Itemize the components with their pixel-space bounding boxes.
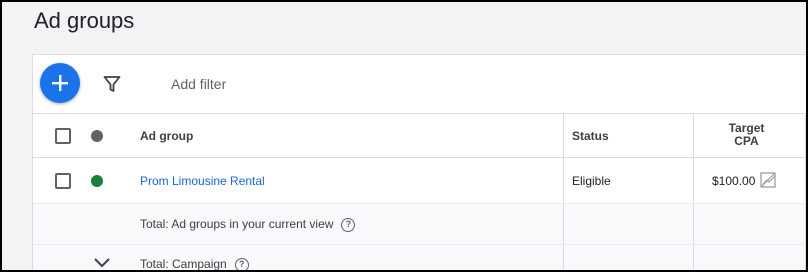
column-divider	[805, 245, 806, 270]
ad-group-name-link[interactable]: Prom Limousine Rental	[140, 174, 265, 188]
total-row-campaign: Total: Campaign?	[33, 245, 806, 271]
ad-groups-table: Ad group Status Target CPA Prom Limousin…	[33, 113, 806, 271]
status-value: Eligible	[572, 174, 611, 188]
total-current-view-label: Total: Ad groups in your current view	[140, 217, 334, 231]
column-divider	[563, 245, 564, 270]
ad-groups-table-card: Add filter Ad group Status Target CPA Pr…	[32, 54, 806, 271]
status-dot-enabled[interactable]	[91, 175, 103, 187]
column-divider	[805, 158, 806, 203]
total-row-current-view: Total: Ad groups in your current view?	[33, 204, 806, 245]
column-divider	[805, 114, 806, 157]
column-header-ad-group[interactable]: Ad group	[140, 129, 193, 143]
column-divider	[693, 245, 694, 270]
column-header-target-cpa-line2: CPA	[734, 134, 759, 148]
help-icon[interactable]: ?	[341, 217, 356, 232]
column-header-target-cpa[interactable]: Target CPA	[694, 122, 799, 148]
select-all-checkbox[interactable]	[55, 128, 71, 144]
target-cpa-value[interactable]: $100.00	[712, 174, 755, 188]
column-divider	[693, 158, 694, 203]
bid-strategy-chart-icon[interactable]	[760, 172, 776, 188]
app-window: Ad groups Add filter Ad group Status Tar…	[0, 0, 808, 272]
help-icon[interactable]: ?	[234, 257, 249, 270]
add-filter-button[interactable]: Add filter	[171, 76, 226, 92]
page-title: Ad groups	[34, 8, 135, 33]
total-row-label: Total: Ad groups in your current view?	[140, 217, 356, 232]
column-divider	[693, 204, 694, 244]
table-row: Prom Limousine Rental Eligible $100.00	[33, 158, 806, 204]
plus-icon	[52, 75, 68, 91]
status-dot-header	[91, 130, 103, 142]
filter-icon[interactable]	[103, 75, 121, 93]
row-checkbox[interactable]	[55, 173, 71, 189]
column-divider	[563, 158, 564, 203]
total-row-label: Total: Campaign?	[140, 257, 249, 271]
table-header-row: Ad group Status Target CPA	[33, 113, 806, 158]
chevron-down-icon[interactable]	[93, 257, 111, 269]
table-toolbar: Add filter	[33, 55, 806, 113]
add-ad-group-button[interactable]	[40, 63, 80, 103]
column-divider	[805, 204, 806, 244]
column-divider	[563, 204, 564, 244]
total-campaign-label: Total: Campaign	[140, 257, 227, 271]
column-divider	[563, 114, 564, 157]
column-header-status[interactable]: Status	[572, 129, 609, 143]
